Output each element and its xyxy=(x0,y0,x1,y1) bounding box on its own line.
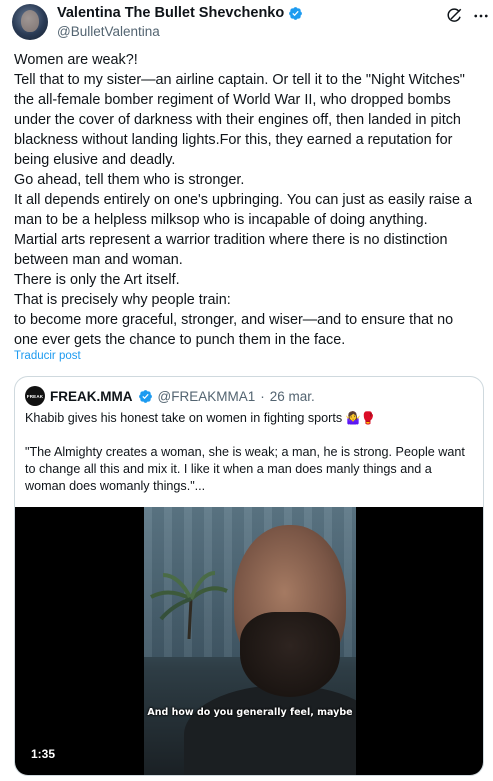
author-name-row: Valentina The Bullet Shevchenko xyxy=(57,5,303,21)
quoted-line: "The Almighty creates a woman, she is we… xyxy=(25,445,465,459)
quoted-author-handle[interactable]: @FREAKMMA1 xyxy=(158,389,256,404)
post-line: between man and woman. xyxy=(14,252,183,268)
post-line: Tell that to my sister—an airline captai… xyxy=(14,72,465,88)
quoted-post-text: Khabib gives his honest take on women in… xyxy=(25,410,475,495)
post-line: Martial arts represent a warrior traditi… xyxy=(14,232,448,248)
post-line: man to be a helpless milksop who is inca… xyxy=(14,212,428,228)
author-display-name[interactable]: Valentina The Bullet Shevchenko xyxy=(57,5,284,21)
grok-icon[interactable] xyxy=(445,7,463,25)
person-beard xyxy=(240,612,340,697)
quoted-author-display-name[interactable]: FREAK.MMA xyxy=(50,389,133,404)
post-text: Women are weak?! Tell that to my sister—… xyxy=(14,50,486,350)
translate-post-link[interactable]: Traducir post xyxy=(14,350,81,362)
quoted-post-date[interactable]: 26 mar. xyxy=(270,389,315,404)
video-player[interactable]: And how do you generally feel, maybe 1:3… xyxy=(15,507,483,775)
post-line: being elusive and deadly. xyxy=(14,152,176,168)
person-shoulders xyxy=(184,685,356,775)
quoted-headline-text: Khabib gives his honest take on women in… xyxy=(25,411,343,425)
post-line: Women are weak?! xyxy=(14,52,138,68)
post-header: Valentina The Bullet Shevchenko @BulletV… xyxy=(12,2,488,46)
video-subtitle: And how do you generally feel, maybe xyxy=(147,707,353,718)
verified-badge-icon xyxy=(289,6,303,20)
quoted-headline: Khabib gives his honest take on women in… xyxy=(25,410,475,427)
verified-badge-icon xyxy=(138,389,152,403)
quoted-post-header: FREAK FREAK.MMA @FREAKMMA1 · 26 mar. xyxy=(25,386,315,406)
author-avatar[interactable] xyxy=(12,4,48,40)
quoted-line: to change all this and mix it. I like it… xyxy=(25,462,432,476)
post-line: Go ahead, tell them who is stronger. xyxy=(14,172,245,188)
quoted-author-avatar[interactable]: FREAK xyxy=(25,386,45,406)
author-handle[interactable]: @BulletValentina xyxy=(57,24,160,39)
post-line: the all-female bomber regiment of World … xyxy=(14,92,451,108)
post-line: That is precisely why people train: xyxy=(14,292,231,308)
more-options-icon[interactable] xyxy=(472,7,490,25)
post-line: to become more graceful, stronger, and w… xyxy=(14,312,454,328)
quoted-post[interactable]: FREAK FREAK.MMA @FREAKMMA1 · 26 mar. Kha… xyxy=(14,376,484,776)
quoted-line: woman does womanly things."... xyxy=(25,479,206,493)
post-line: blackness without landing lights.For thi… xyxy=(14,132,453,148)
shrug-boxing-glove-emoji: 🤷‍♀️🥊 xyxy=(345,411,376,425)
video-duration: 1:35 xyxy=(31,747,56,761)
post-line: It all depends entirely on one's upbring… xyxy=(14,192,472,208)
post-line: one ever gets the chance to punch them i… xyxy=(14,332,346,348)
post-line: There is only the Art itself. xyxy=(14,272,180,288)
post-line: under the cover of darkness with their e… xyxy=(14,112,461,128)
palm-tree-graphic xyxy=(150,571,228,639)
separator-dot: · xyxy=(260,388,265,404)
video-frame: And how do you generally feel, maybe xyxy=(144,507,356,775)
